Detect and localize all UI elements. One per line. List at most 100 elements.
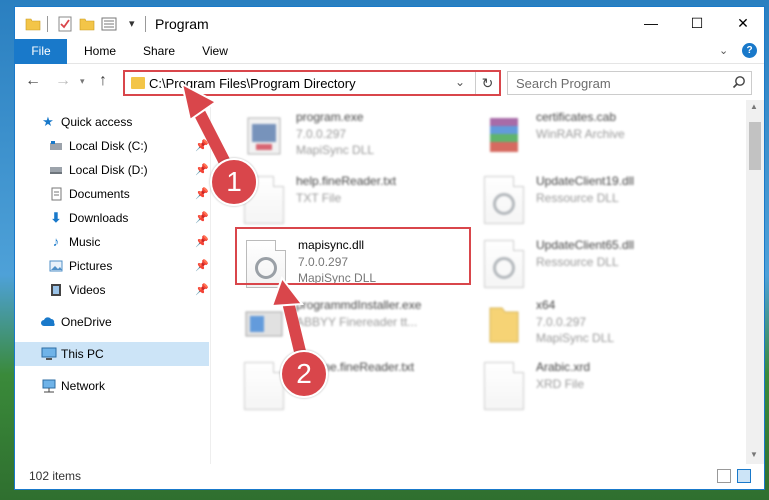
file-type: Ressource DLL [536,255,619,269]
sidebar-item-network[interactable]: Network [15,374,209,398]
sidebar-item-pictures[interactable]: Pictures 📌 [15,254,209,278]
file-type: MapiSync DLL [536,331,615,345]
address-dropdown-icon[interactable]: ⌄ [455,75,465,89]
customize-toolbar-icon[interactable]: ▾ [129,17,145,33]
properties-icon[interactable] [57,16,73,32]
file-version: 7.0.0.297 [536,315,587,329]
sidebar-item-label: Quick access [61,115,133,129]
forward-arrow-icon[interactable]: → [55,72,71,90]
title-bar: ▾ Program — ☐ ✕ [15,7,764,39]
file-item[interactable]: x64 7.0.0.297 MapiSync DLL [484,294,724,356]
sidebar-item-label: Local Disk (C:) [69,139,148,153]
window-title: Program [155,16,209,32]
scrollbar-thumb[interactable] [749,122,761,170]
status-bar: 102 items [15,464,764,489]
tab-file[interactable]: File [15,39,67,64]
sidebar-item-label: OneDrive [61,315,112,329]
scroll-up-icon[interactable]: ▲ [750,102,758,111]
file-type: MapiSync DLL [296,143,375,157]
tab-view[interactable]: View [193,39,237,64]
help-icon[interactable]: ? [742,43,757,58]
drive-icon [49,139,63,153]
sidebar-item-music[interactable]: ♪ Music 📌 [15,230,209,254]
file-name: UpdateClient19.dll [536,174,635,188]
step-badge-2: 2 [280,350,328,398]
star-icon: ★ [42,114,54,129]
recent-locations-icon[interactable]: ▾ [80,76,85,87]
maximize-button[interactable]: ☐ [674,7,720,39]
tab-home[interactable]: Home [75,39,125,64]
sidebar-item-label: Music [69,235,101,249]
file-item[interactable]: help.fineReader.txt TXT File [244,170,484,232]
sidebar-item-label: Pictures [69,259,113,273]
minimize-button[interactable]: — [628,7,674,39]
pin-icon[interactable]: 📌 [195,211,209,224]
folder-icon [489,307,519,343]
up-arrow-icon[interactable]: ↑ [99,72,107,90]
sidebar-item-label: This PC [61,347,104,361]
view-options-icon[interactable] [101,16,117,32]
file-item[interactable]: certificates.cab WinRAR Archive [484,106,724,168]
navigation-bar: ← → ▾ ↑ C:\Program Files\Program Directo… [15,64,764,100]
sidebar-item-this-pc[interactable]: This PC [15,342,209,366]
winrar-icon [490,118,518,152]
file-type: Ressource DLL [536,191,619,205]
file-item[interactable]: UpdateClient65.dll Ressource DLL [484,234,724,296]
sidebar-item-label: Documents [69,187,130,201]
music-icon: ♪ [52,234,60,249]
pictures-icon [49,259,63,273]
search-input[interactable] [516,75,726,91]
chevron-down-icon[interactable]: ⌄ [719,44,728,57]
tab-share[interactable]: Share [135,39,183,64]
sidebar-item-label: Local Disk (D:) [69,163,148,177]
scroll-down-icon[interactable]: ▼ [750,450,758,459]
new-folder-icon[interactable] [79,16,95,32]
sidebar-item-label: Downloads [69,211,129,225]
file-version: 7.0.0.297 [296,127,347,141]
search-icon[interactable] [732,75,746,89]
videos-icon [49,283,63,297]
sidebar-item-label: Network [61,379,106,393]
file-name: program.exe [296,110,364,124]
file-type: XRD File [536,377,585,391]
file-name: help.fineReader.txt [296,174,397,188]
computer-icon [41,347,57,361]
folder-icon [25,18,41,31]
sidebar-item-videos[interactable]: Videos 📌 [15,278,209,302]
network-icon [41,379,56,393]
sidebar-item-onedrive[interactable]: OneDrive [15,310,209,334]
details-view-icon[interactable] [717,469,731,483]
sidebar-item-label: Videos [69,283,106,297]
file-name: certificates.cab [536,110,617,124]
file-item[interactable]: Arabic.xrd XRD File [484,356,724,418]
file-name: Arabic.xrd [536,360,591,374]
file-item[interactable]: UpdateClient19.dll Ressource DLL [484,170,724,232]
file-name: x64 [536,298,556,312]
close-button[interactable]: ✕ [720,7,766,39]
sidebar-item-downloads[interactable]: ⬇ Downloads 📌 [15,206,209,230]
text-file-icon [484,362,524,410]
vertical-scrollbar[interactable]: ▲ ▼ [746,100,764,464]
pin-icon[interactable]: 📌 [195,235,209,248]
documents-icon [49,187,63,201]
cloud-icon [41,315,55,329]
dll-gear-icon [484,240,524,288]
pin-icon[interactable]: 📌 [195,259,209,272]
back-arrow-icon[interactable]: ← [25,72,41,90]
tiles-view-icon[interactable] [737,469,751,483]
downloads-icon: ⬇ [50,210,62,225]
file-item[interactable]: program.exe 7.0.0.297 MapiSync DLL [244,106,484,168]
explorer-window: ▾ Program — ☐ ✕ File Home Share View ⌄ ?… [14,6,765,490]
search-box[interactable] [507,71,752,95]
folder-icon [131,77,145,89]
toolbar-separator [145,16,146,32]
drive-icon [49,163,63,177]
dll-gear-icon [484,176,524,224]
file-name: UpdateClient65.dll [536,238,635,252]
ribbon-tabs: File Home Share View ⌄ ? [15,39,764,64]
refresh-icon[interactable]: ↻ [475,72,499,94]
program-exe-icon [247,117,281,155]
file-type: WinRAR Archive [536,127,625,141]
toolbar-separator [47,16,48,32]
pin-icon[interactable]: 📌 [195,283,209,296]
